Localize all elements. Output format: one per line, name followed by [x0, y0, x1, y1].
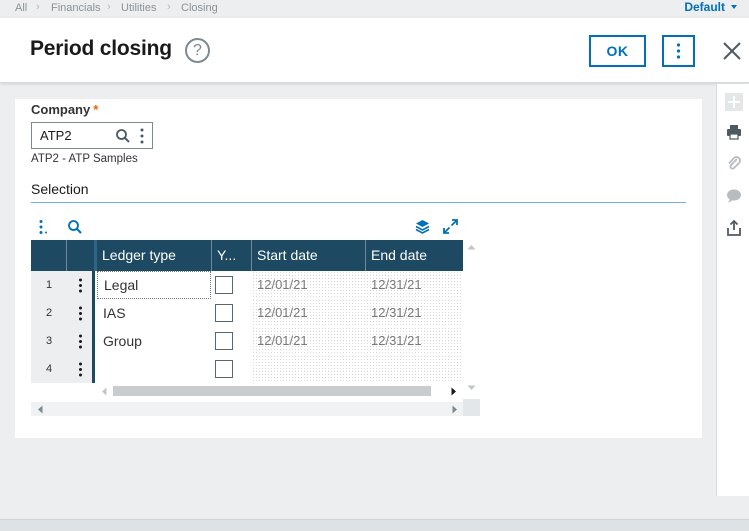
grid-horizontal-scrollbar[interactable] [31, 402, 463, 416]
close-icon[interactable] [721, 40, 743, 62]
grid-header-menu [67, 240, 97, 271]
breadcrumb-item-financials[interactable]: Financials [51, 2, 101, 14]
company-label: Company * [31, 102, 98, 117]
row-number: 2 [31, 299, 67, 327]
scroll-down-icon[interactable] [467, 385, 476, 391]
vertical-dots-icon [79, 334, 82, 349]
breadcrumb-chevron-icon: › [36, 1, 40, 13]
breadcrumb: All › Financials › Utilities › Closing D… [0, 0, 749, 18]
section-divider [31, 202, 686, 203]
plus-icon[interactable] [725, 93, 743, 111]
col-header-end-date[interactable]: End date [366, 240, 463, 271]
year-checkbox[interactable] [215, 304, 233, 322]
col-header-start-date[interactable]: Start date [252, 240, 366, 271]
breadcrumb-item-closing[interactable]: Closing [181, 2, 218, 14]
attachment-icon[interactable] [725, 155, 743, 173]
year-checkbox[interactable] [215, 360, 233, 378]
grid-header-row: Ledger type Y... Start date End date [31, 240, 463, 271]
scroll-left-icon[interactable] [101, 387, 107, 396]
ledger-type-cell[interactable]: IAS [97, 299, 211, 327]
company-field[interactable]: ATP2 [31, 122, 153, 149]
help-icon[interactable]: ? [185, 38, 210, 63]
end-date-cell[interactable] [366, 355, 463, 383]
company-label-text: Company [31, 102, 91, 117]
row-number: 4 [31, 355, 67, 383]
more-actions-button[interactable] [662, 35, 695, 67]
profile-selector[interactable]: Default [684, 0, 737, 14]
col-header-year[interactable]: Y... [212, 240, 252, 271]
end-date-cell[interactable]: 12/31/21 [366, 327, 463, 355]
vertical-dots-icon [79, 306, 82, 321]
page-title: Period closing [30, 37, 172, 60]
start-date-cell[interactable]: 12/01/21 [252, 271, 366, 299]
ledger-type-cell[interactable] [97, 355, 211, 383]
table-row: 3 Group 12/01/21 12/31/21 [31, 327, 463, 355]
print-icon[interactable] [725, 123, 743, 141]
vertical-scrollbar[interactable] [463, 240, 480, 392]
scroll-left-icon[interactable] [37, 405, 43, 414]
section-title: Selection [31, 181, 89, 197]
required-marker: * [93, 102, 99, 117]
grid-header-rownum [31, 240, 67, 271]
vertical-dots-icon[interactable] [137, 127, 147, 145]
breadcrumb-item-utilities[interactable]: Utilities [121, 2, 156, 14]
start-date-cell[interactable]: 12/01/21 [252, 327, 366, 355]
company-description: ATP2 - ATP Samples [31, 153, 138, 165]
col-header-ledger-type[interactable]: Ledger type [97, 240, 212, 271]
row-menu-button[interactable] [67, 327, 95, 355]
grid-search-icon[interactable] [67, 219, 83, 235]
table-row: 1 Legal 12/01/21 12/31/21 [31, 271, 463, 299]
right-toolbar [716, 84, 749, 496]
ledger-type-cell[interactable]: Legal [97, 271, 211, 299]
grid-menu-icon[interactable] [37, 219, 49, 235]
breadcrumb-chevron-icon: › [107, 1, 111, 13]
start-date-cell[interactable] [252, 355, 366, 383]
breadcrumb-item-all[interactable]: All [15, 2, 27, 14]
row-menu-button[interactable] [67, 355, 95, 383]
grid-toolbar [31, 215, 463, 237]
page-header: Period closing ? OK [0, 18, 749, 83]
export-icon[interactable] [725, 219, 743, 237]
row-menu-button[interactable] [67, 299, 95, 327]
main-panel: Company * ATP2 ATP2 - ATP Samples Selecti… [15, 99, 702, 438]
selection-grid: Ledger type Y... Start date End date 1 L… [31, 240, 480, 432]
row-number: 1 [31, 271, 67, 299]
expand-icon[interactable] [442, 218, 459, 235]
scroll-right-icon[interactable] [451, 387, 457, 396]
year-checkbox[interactable] [215, 332, 233, 350]
table-row: 4 [31, 355, 463, 383]
layers-icon[interactable] [414, 218, 431, 235]
start-date-cell[interactable]: 12/01/21 [252, 299, 366, 327]
search-icon[interactable] [115, 128, 131, 144]
footer-bar [0, 519, 749, 531]
vertical-dots-icon [676, 43, 681, 59]
horizontal-scrollbar[interactable] [99, 384, 463, 398]
row-number: 3 [31, 327, 67, 355]
caret-down-icon [731, 5, 737, 9]
profile-label: Default [684, 0, 725, 14]
breadcrumb-chevron-icon: › [167, 1, 171, 13]
table-row: 2 IAS 12/01/21 12/31/21 [31, 299, 463, 327]
ok-button[interactable]: OK [589, 35, 646, 67]
vertical-dots-icon [79, 362, 82, 377]
company-input[interactable]: ATP2 [40, 128, 72, 143]
scrollbar-thumb[interactable] [113, 386, 431, 396]
vertical-dots-icon [79, 278, 82, 293]
scroll-right-icon[interactable] [452, 405, 458, 414]
row-menu-button[interactable] [67, 271, 95, 299]
scroll-up-icon[interactable] [467, 244, 476, 250]
year-checkbox[interactable] [215, 276, 233, 294]
comment-icon[interactable] [725, 187, 743, 205]
end-date-cell[interactable]: 12/31/21 [366, 271, 463, 299]
ledger-type-cell[interactable]: Group [97, 327, 211, 355]
scrollbar-corner [463, 399, 480, 416]
end-date-cell[interactable]: 12/31/21 [366, 299, 463, 327]
